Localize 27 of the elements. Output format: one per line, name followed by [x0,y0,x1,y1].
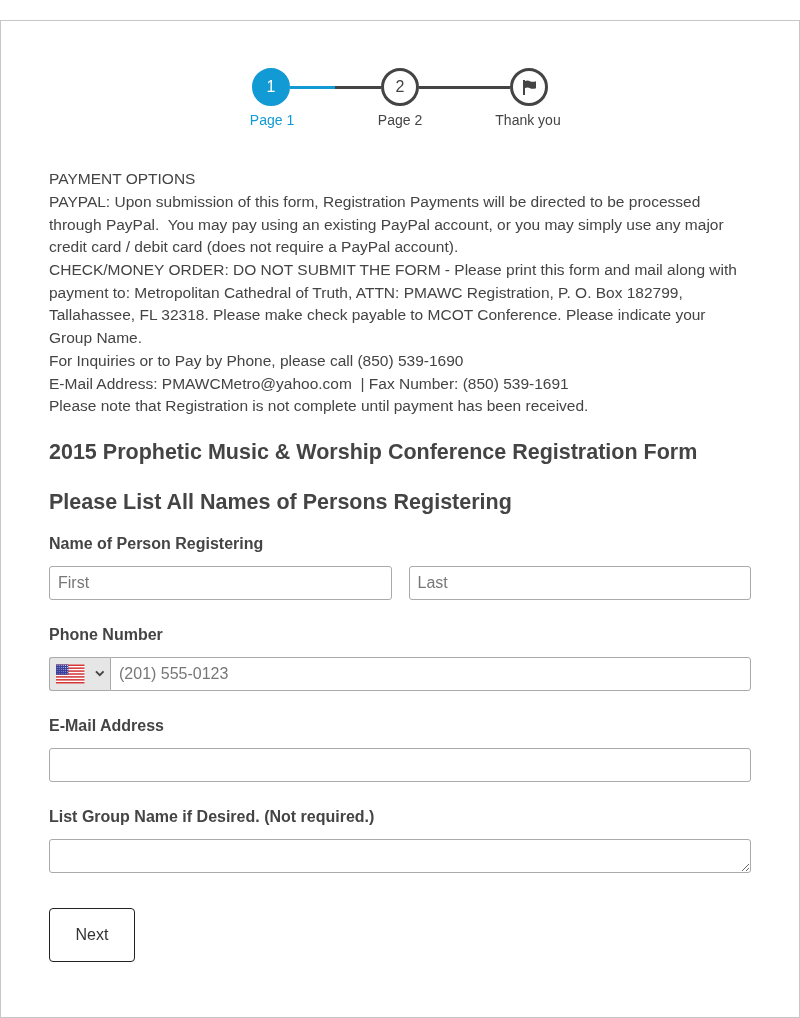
field-label: Phone Number [49,625,163,644]
section-title: PAYMENT OPTIONS [49,169,197,190]
country-select[interactable] [49,657,110,691]
first-name-field[interactable]: First [49,566,392,600]
info-paragraph: E-Mail Address: PMAWCMetro@yahoo.com | Fax Number: (850) 539-1691 [49,373,570,394]
field-label: List Group Name if Desired. (Not required.) [49,807,375,826]
flag-icon [56,664,85,684]
phone-field[interactable]: (201) 555-0123 [110,657,751,691]
group-name-field[interactable] [49,839,751,873]
field-label: E-Mail Address [49,716,164,735]
info-paragraph: For Inquiries or to Pay by Phone, please call (850) 539-1690 [49,350,465,371]
step-label: Thank you [495,112,561,129]
info-paragraph: CHECK/MONEY ORDER: DO NOT SUBMIT THE FORM - Please print this form and mail along with payment to: Metropolitan Cathedral of Truth, ATTN: PMAWC Registration, P. O. Box 182799, Tallahassee, FL 32318. Please make check payable to MCOT Conference. Please indicate your Group Name. [49,260,738,349]
last-name-field[interactable]: Last [408,566,751,600]
step-indicator: 1 [252,68,290,106]
email-field[interactable] [49,748,751,782]
info-paragraph: PAYPAL: Upon submission of this form, Registration Payments will be directed to be processed through PayPal. You may pay using an existing PayPal account, or you may simply use any major credit card / debit card (does not require a PayPal account). [49,191,725,258]
chevron-down-icon [94,670,104,678]
field-label: Name of Person Registering [49,534,264,553]
step-indicator: 2 [381,68,419,106]
form-heading: 2015 Prophetic Music & Worship Conference Registration Form [49,439,699,466]
info-paragraph: Please note that Registration is not complete until payment has been received. [49,396,590,417]
step-label: Page 2 [377,112,423,129]
step-label: Page 1 [249,112,295,129]
form-heading: Please List All Names of Persons Registering [49,489,513,516]
flag-icon [522,79,536,95]
next-button[interactable]: Next [49,908,135,962]
